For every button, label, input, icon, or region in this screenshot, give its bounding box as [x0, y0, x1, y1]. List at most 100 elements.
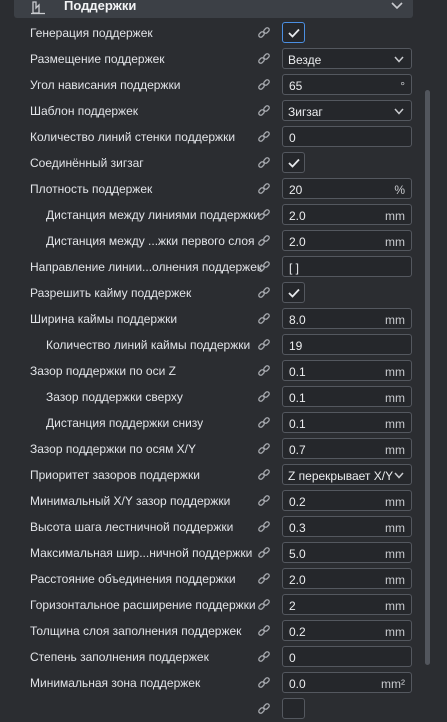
setting-dropdown[interactable]: Зигзаг: [282, 100, 412, 121]
section-title: Поддержки: [64, 0, 137, 13]
link-icon[interactable]: [257, 598, 271, 612]
setting-input[interactable]: 0.2 mm: [282, 620, 412, 641]
setting-row: Максимальная шир...ничной поддержки 5.0 mm: [0, 540, 447, 566]
unit-label: mm: [385, 443, 405, 457]
setting-label: Дистанция между ...жки первого слоя: [46, 234, 255, 248]
setting-label: Толщина слоя заполнения поддержек: [30, 624, 242, 638]
setting-label: Горизонтальное расширение поддержки: [30, 598, 256, 612]
link-icon[interactable]: [257, 572, 271, 586]
setting-input[interactable]: 0.1 mm: [282, 360, 412, 381]
setting-checkbox[interactable]: [282, 152, 305, 173]
setting-row: Зазор поддержки по осям X/Y 0.7 mm: [0, 436, 447, 462]
link-icon[interactable]: [257, 52, 271, 66]
unit-label: mm: [385, 417, 405, 431]
setting-row: Расстояние объединения поддержки 2.0 mm: [0, 566, 447, 592]
link-icon[interactable]: [257, 702, 271, 716]
link-icon[interactable]: [257, 156, 271, 170]
setting-label: Расстояние объединения поддержки: [30, 572, 236, 586]
setting-checkbox[interactable]: [282, 698, 305, 719]
setting-input[interactable]: 19: [282, 334, 412, 355]
setting-input[interactable]: 0: [282, 126, 412, 147]
settings-list: Генерация поддержек Размещение поддержек В…: [0, 20, 447, 722]
chevron-down-icon: [394, 108, 404, 115]
setting-input[interactable]: 2.0 mm: [282, 230, 412, 251]
link-icon[interactable]: [257, 546, 271, 560]
setting-input[interactable]: 0.2 mm: [282, 490, 412, 511]
link-icon[interactable]: [257, 234, 271, 248]
input-value: 2: [289, 599, 296, 613]
setting-row: Приоритет зазоров поддержки Z перекрывает…: [0, 462, 447, 488]
scrollbar[interactable]: [425, 90, 430, 665]
unit-label: %: [394, 183, 405, 197]
setting-label: Ширина каймы поддержки: [30, 312, 178, 326]
setting-dropdown[interactable]: Везде: [282, 48, 412, 69]
setting-label: Приоритет зазоров поддержки: [30, 468, 200, 482]
link-icon[interactable]: [257, 286, 271, 300]
setting-input[interactable]: 0: [282, 646, 412, 667]
setting-input[interactable]: 0.7 mm: [282, 438, 412, 459]
link-icon[interactable]: [257, 416, 271, 430]
setting-row: Размещение поддержек Везде: [0, 46, 447, 72]
link-icon[interactable]: [257, 312, 271, 326]
setting-row: Направление линии...олнения поддержек [ ]: [0, 254, 447, 280]
input-value: 2.0: [289, 573, 306, 587]
link-icon[interactable]: [257, 468, 271, 482]
setting-input[interactable]: 5.0 mm: [282, 542, 412, 563]
setting-label: Разрешить кайму поддержек: [30, 286, 192, 300]
setting-label: Количество линий стенки поддержки: [30, 130, 236, 144]
setting-input[interactable]: 2 mm: [282, 594, 412, 615]
link-icon[interactable]: [257, 260, 271, 274]
setting-input[interactable]: 0.3 mm: [282, 516, 412, 537]
link-icon[interactable]: [257, 26, 271, 40]
link-icon[interactable]: [257, 104, 271, 118]
unit-label: mm: [385, 391, 405, 405]
setting-label: Степень заполнения поддержек: [30, 650, 209, 664]
setting-row: Угол нависания поддержки 65 °: [0, 72, 447, 98]
link-icon[interactable]: [257, 130, 271, 144]
link-icon[interactable]: [257, 78, 271, 92]
link-icon[interactable]: [257, 208, 271, 222]
setting-input[interactable]: [ ]: [282, 256, 412, 277]
setting-label: Максимальная шир...ничной поддержки: [30, 546, 253, 560]
input-value: 8.0: [289, 313, 306, 327]
unit-label: mm: [385, 495, 405, 509]
setting-input[interactable]: 8.0 mm: [282, 308, 412, 329]
setting-input[interactable]: 65 °: [282, 74, 412, 95]
setting-row: Степень заполнения поддержек 0: [0, 644, 447, 670]
link-icon[interactable]: [257, 364, 271, 378]
setting-checkbox[interactable]: [282, 282, 305, 303]
link-icon[interactable]: [257, 624, 271, 638]
setting-label: Плотность поддержек: [30, 182, 153, 196]
input-value: 5.0: [289, 547, 306, 561]
setting-input[interactable]: 20%: [282, 178, 412, 199]
setting-label: Шаблон поддержек: [30, 104, 138, 118]
setting-input[interactable]: 0.1 mm: [282, 386, 412, 407]
setting-input[interactable]: 0.0 mm²: [282, 672, 412, 693]
input-value: 0.1: [289, 417, 306, 431]
setting-input[interactable]: 2.0 mm: [282, 204, 412, 225]
link-icon[interactable]: [257, 390, 271, 404]
dropdown-value: Зигзаг: [288, 105, 323, 119]
link-icon[interactable]: [257, 676, 271, 690]
link-icon[interactable]: [257, 650, 271, 664]
input-value: 0.0: [289, 677, 306, 691]
link-icon[interactable]: [257, 182, 271, 196]
chevron-down-icon[interactable]: [391, 1, 403, 11]
link-icon[interactable]: [257, 494, 271, 508]
setting-row: Толщина слоя заполнения поддержек 0.2 mm: [0, 618, 447, 644]
link-icon[interactable]: [257, 338, 271, 352]
setting-label: Дистанция между линиями поддержки: [46, 208, 261, 222]
setting-label: Зазор поддержки по оси Z: [30, 364, 176, 378]
section-header-supports[interactable]: Поддержки: [14, 0, 413, 18]
setting-input[interactable]: 0.1 mm: [282, 412, 412, 433]
input-value: [ ]: [289, 261, 300, 275]
setting-dropdown[interactable]: Z перекрывает X/Y: [282, 464, 412, 485]
setting-row: Количество линий стенки поддержки 0: [0, 124, 447, 150]
link-icon[interactable]: [257, 442, 271, 456]
link-icon[interactable]: [257, 520, 271, 534]
setting-checkbox[interactable]: [282, 22, 305, 43]
setting-input[interactable]: 2.0 mm: [282, 568, 412, 589]
input-value: 19: [289, 339, 303, 353]
chevron-down-icon: [394, 472, 404, 479]
unit-label: mm: [385, 235, 405, 249]
